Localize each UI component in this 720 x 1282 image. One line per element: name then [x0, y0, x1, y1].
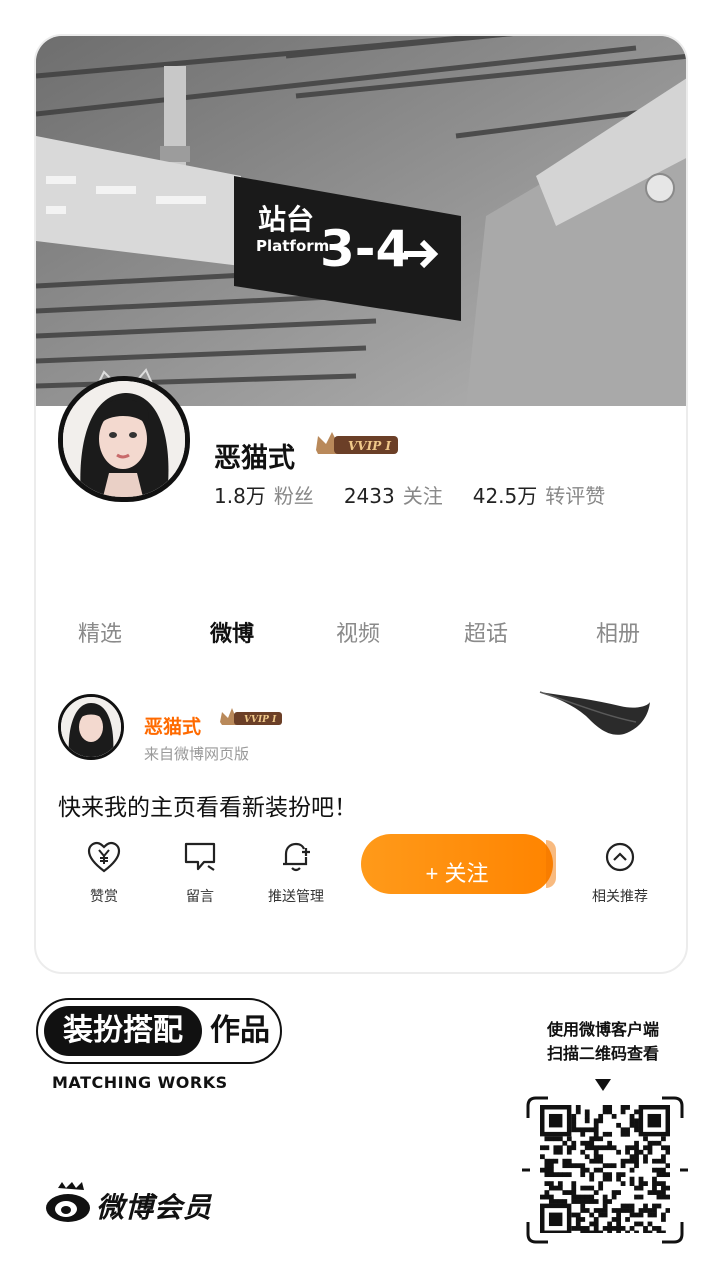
post-text: 快来我的主页看看新装扮吧！ — [58, 795, 357, 821]
profile-name[interactable]: 恶猫式 — [214, 436, 295, 475]
weibo-logo-icon — [46, 1182, 90, 1222]
tab-video[interactable]: 视频 — [336, 616, 380, 648]
feather-decoration — [539, 691, 650, 735]
post-author-name[interactable]: 恶猫式 — [144, 712, 201, 739]
follow-button[interactable]: + 关注 — [361, 834, 556, 894]
avatar — [58, 376, 190, 502]
reward-label: 赞赏 — [90, 889, 118, 905]
stat-reposts-likes[interactable]: 42.5万 转评赞 — [473, 480, 606, 509]
profile-avatar-frame[interactable] — [58, 368, 194, 506]
qr-hint: 使用微博客户端 扫描二维码查看 — [528, 1018, 678, 1066]
works-english-label: MATCHING WORKS — [52, 1073, 228, 1092]
push-settings-action[interactable]: 推送管理 — [256, 840, 336, 906]
post-avatar-frame[interactable] — [58, 686, 130, 762]
comment-icon — [184, 842, 216, 871]
stat-label: 关注 — [402, 484, 443, 508]
stat-following[interactable]: 2433 关注 — [344, 480, 443, 509]
related-recommend-action[interactable]: 相关推荐 — [580, 840, 660, 906]
brand-name: 微博会员 — [96, 1191, 213, 1224]
vip-badge-text: VVIP I — [348, 439, 391, 453]
related-recommend-label: 相关推荐 — [592, 889, 648, 905]
sign-cn-text: 站台 — [258, 203, 314, 236]
matching-works-badge: 装扮搭配 作品 — [36, 998, 282, 1064]
works-dark-label: 装扮搭配 — [44, 1006, 202, 1056]
stat-value: 42.5万 — [472, 484, 538, 508]
stat-value: 1.8万 — [214, 484, 266, 508]
post-vip-text: VVIP I — [244, 715, 277, 725]
chevron-up-circle-icon — [605, 842, 635, 872]
works-light-label: 作品 — [210, 1013, 270, 1048]
reward-action[interactable]: 赞赏 — [64, 840, 144, 906]
profile-card: 站台 Platform 3-4 恶猫式 VVIP I 1.8万 粉丝 2433 … — [34, 34, 688, 974]
post-avatar — [58, 694, 124, 760]
bell-plus-icon — [283, 842, 310, 872]
tab-supertopic[interactable]: 超话 — [464, 616, 508, 648]
tab-album[interactable]: 相册 — [596, 616, 640, 648]
sign-number-text: 3-4 — [320, 220, 410, 278]
heart-yen-icon — [87, 841, 121, 873]
push-settings-label: 推送管理 — [268, 889, 324, 905]
sign-en-text: Platform — [256, 237, 329, 255]
tab-weibo[interactable]: 微博 — [210, 616, 254, 648]
vip-badge: VVIP I — [316, 432, 398, 454]
profile-tabs: 精选 微博 视频 超话 相册 — [36, 616, 686, 656]
share-poster: 站台 Platform 3-4 恶猫式 VVIP I 1.8万 粉丝 2433 … — [0, 0, 720, 1282]
comment-action[interactable]: 留言 — [160, 840, 240, 906]
stat-label: 粉丝 — [273, 484, 314, 508]
triangle-down-icon — [595, 1079, 611, 1091]
post-source: 来自微博网页版 — [144, 745, 250, 763]
qr-hint-line2: 扫描二维码查看 — [546, 1044, 659, 1063]
comment-label: 留言 — [186, 889, 214, 905]
qr-hint-line1: 使用微博客户端 — [546, 1020, 659, 1039]
stat-followers[interactable]: 1.8万 粉丝 — [214, 480, 314, 509]
profile-stats: 1.8万 粉丝 2433 关注 42.5万 转评赞 — [214, 480, 635, 509]
stat-value: 2433 — [343, 484, 395, 508]
qr-code[interactable] — [540, 1105, 670, 1233]
post-vip-badge: VVIP I — [220, 708, 282, 725]
stat-label: 转评赞 — [545, 484, 606, 508]
banner-photo: 站台 Platform 3-4 — [36, 36, 686, 406]
tab-featured[interactable]: 精选 — [78, 616, 122, 648]
